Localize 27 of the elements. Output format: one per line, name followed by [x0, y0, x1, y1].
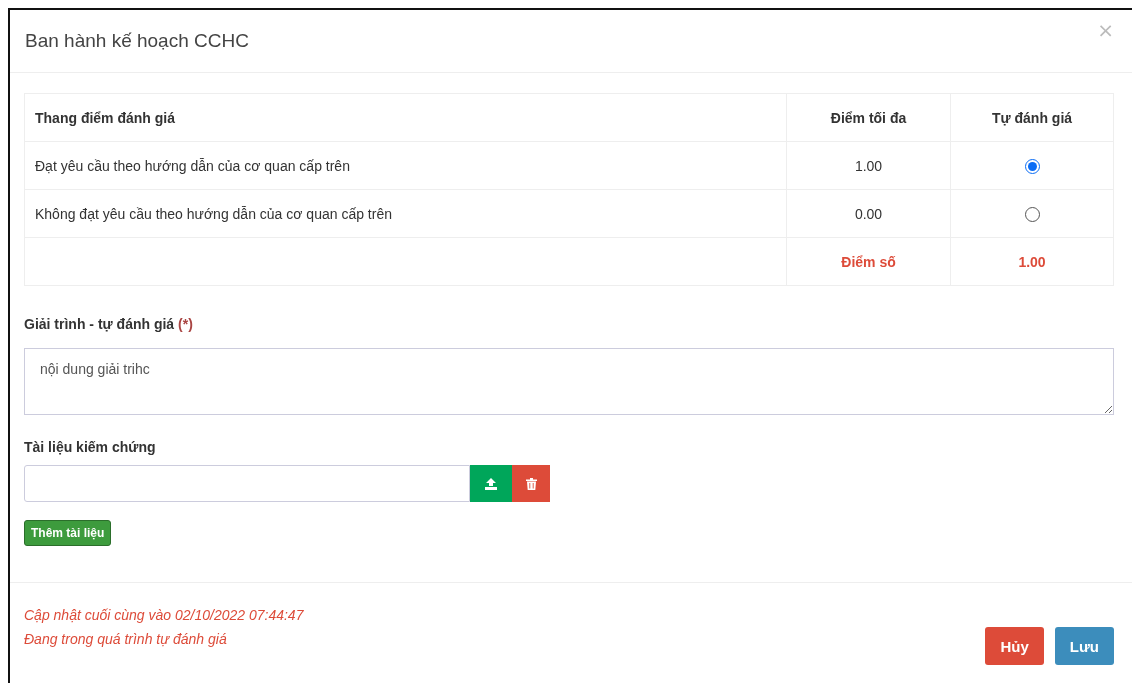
delete-button[interactable]: [512, 465, 550, 502]
column-header: Tự đánh giá: [991, 109, 1073, 126]
radio-button[interactable]: [1024, 158, 1040, 174]
status-note: Cập nhật cuối cùng vào 02/10/2022 07:44:47: [24, 607, 304, 623]
trash-icon: [525, 477, 537, 490]
file-path-field[interactable]: [24, 465, 470, 502]
save-button[interactable]: Lưu: [1054, 627, 1114, 665]
cancel-button[interactable]: Hủy: [985, 627, 1044, 665]
table-cell: 0.00: [854, 205, 883, 222]
table-cell: Đạt yêu cầu theo hướng dẫn của cơ quan cấp trên: [35, 157, 350, 174]
add-document-button[interactable]: Thêm tài liệu: [24, 520, 112, 546]
table-cell: Không đạt yêu cầu theo hướng dẫn của cơ quan cấp trên: [35, 205, 392, 222]
explanation-field[interactable]: nội dung giải trihc: [24, 348, 1114, 415]
score-value: 1.00: [1018, 253, 1046, 270]
column-header: Thang điểm đánh giá: [35, 109, 175, 126]
field-label: Tài liệu kiếm chứng: [24, 439, 156, 455]
status-note: Đang trong quá trình tự đánh giá: [24, 631, 228, 647]
table-cell: 1.00: [854, 157, 883, 174]
score-label: Điểm số: [841, 253, 896, 270]
upload-button[interactable]: [470, 465, 512, 502]
upload-icon: [484, 477, 498, 490]
required-mark: (*): [178, 316, 193, 332]
close-button[interactable]: ×: [1097, 18, 1114, 42]
dialog-title: Ban hành kế hoạch CCHC: [25, 30, 249, 52]
field-label: Giải trình - tự đánh giá: [24, 316, 175, 332]
column-header: Điểm tối đa: [830, 109, 907, 126]
radio-button[interactable]: [1024, 206, 1040, 222]
